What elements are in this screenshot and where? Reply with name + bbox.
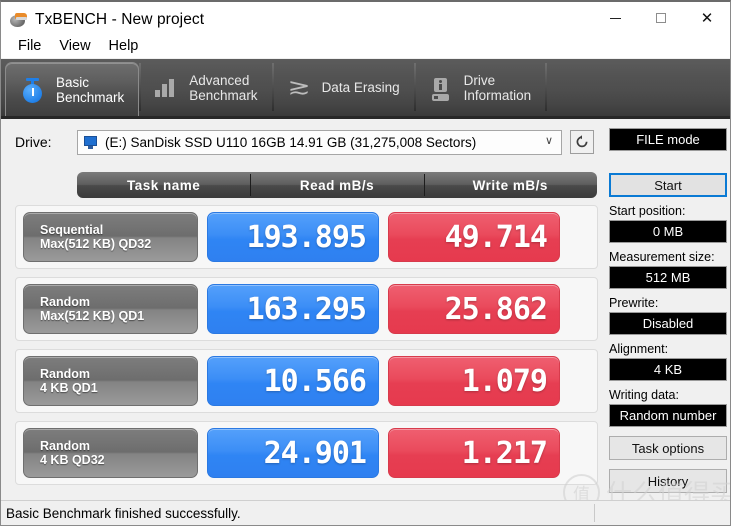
tab-basic-benchmark-label: Basic Benchmark [56,74,125,105]
table-row[interactable]: Random Max(512 KB) QD1 163.295 25.862 [15,277,598,341]
write-value-cell: 1.079 [388,356,560,406]
read-value-cell: 193.895 [207,212,379,262]
tab-drive-information-label: Drive Information [463,72,532,103]
app-disk-drive-icon [10,11,28,29]
benchmark-results-panel: Task name Read mB/s Write mB/s Sequentia… [15,166,598,496]
maximize-icon [656,13,666,23]
task-name-line2: Max(512 KB) QD32 [40,237,152,251]
stopwatch-icon [20,75,46,105]
write-value: 49.714 [444,219,548,255]
results-header-row: Task name Read mB/s Write mB/s [77,172,597,198]
tab-basic-benchmark[interactable]: Basic Benchmark [5,62,140,116]
column-header-task-name: Task name [127,177,201,193]
minimize-button[interactable] [592,2,638,34]
write-value: 1.217 [461,435,548,471]
tab-data-erasing[interactable]: ≳ Data Erasing [271,59,414,116]
txbench-window: TxBENCH - New project ✕ File View Help B… [0,0,731,526]
status-text: Basic Benchmark finished successfully. [6,505,241,521]
results-rows: Sequential Max(512 KB) QD32 193.895 49.7… [15,205,598,485]
read-value-cell: 24.901 [207,428,379,478]
drive-info-icon [428,73,454,103]
eraser-zigzag-icon: ≳ [287,74,311,100]
table-row[interactable]: Random 4 KB QD1 10.566 1.079 [15,349,598,413]
status-divider [594,504,595,522]
close-icon: ✕ [700,8,714,27]
bar-chart-icon [153,73,179,103]
menu-item-help[interactable]: Help [100,37,148,56]
tab-drive-information[interactable]: Drive Information [413,59,546,116]
menu-bar: File View Help [1,35,730,58]
settings-sidebar: FILE mode Start Start position: 0 MB Mea… [609,128,727,493]
drive-select[interactable]: (E:) SanDisk SSD U110 16GB 14.91 GB (31,… [77,129,562,155]
task-name-label: Random 4 KB QD1 [40,367,98,395]
task-name-line1: Sequential [40,223,104,237]
read-value: 24.901 [263,435,367,471]
read-value: 10.566 [263,363,367,399]
status-bar: Basic Benchmark finished successfully. [1,500,730,525]
read-value-cell: 163.295 [207,284,379,334]
prewrite-label: Prewrite: [609,296,659,310]
task-name-cell: Random Max(512 KB) QD1 [23,284,198,334]
alignment-label: Alignment: [609,342,669,356]
column-header-read: Read mB/s [250,172,423,198]
task-options-button[interactable]: Task options [609,436,727,460]
table-row[interactable]: Sequential Max(512 KB) QD32 193.895 49.7… [15,205,598,269]
measurement-size-label: Measurement size: [609,250,715,264]
writing-data-label: Writing data: [609,388,679,402]
maximize-button[interactable] [638,2,684,34]
task-name-line2: 4 KB QD32 [40,453,105,467]
tab-advanced-benchmark-label: Advanced Benchmark [189,72,258,103]
drive-small-icon [84,135,99,149]
read-value: 163.295 [246,291,367,327]
tab-data-erasing-label: Data Erasing [321,80,400,95]
start-button[interactable]: Start [609,173,727,197]
write-value: 25.862 [444,291,548,327]
read-value-cell: 10.566 [207,356,379,406]
write-value-cell: 25.862 [388,284,560,334]
refresh-button[interactable] [570,130,594,154]
write-value: 1.079 [461,363,548,399]
menu-item-file[interactable]: File [9,37,50,56]
refresh-icon [576,135,588,148]
write-value-cell: 1.217 [388,428,560,478]
start-position-value[interactable]: 0 MB [609,220,727,243]
drive-label: Drive: [15,134,52,150]
task-name-label: Random 4 KB QD32 [40,439,105,467]
task-name-cell: Sequential Max(512 KB) QD32 [23,212,198,262]
task-name-line1: Random [40,439,90,453]
prewrite-value[interactable]: Disabled [609,312,727,335]
close-button[interactable]: ✕ [684,2,730,34]
file-mode-indicator[interactable]: FILE mode [609,128,727,151]
minimize-icon [609,17,621,19]
task-name-cell: Random 4 KB QD1 [23,356,198,406]
tab-strip-end-divider [545,59,548,116]
task-name-line1: Random [40,295,90,309]
drive-selected-value: (E:) SanDisk SSD U110 16GB 14.91 GB (31,… [105,134,477,150]
tab-strip: Basic Benchmark Advanced Benchmark ≳ Dat… [1,59,730,119]
menu-item-view[interactable]: View [50,37,99,56]
write-value-cell: 49.714 [388,212,560,262]
tab-advanced-benchmark[interactable]: Advanced Benchmark [139,59,271,116]
task-name-label: Random Max(512 KB) QD1 [40,295,144,323]
measurement-size-value[interactable]: 512 MB [609,266,727,289]
read-value: 193.895 [246,219,367,255]
start-position-label: Start position: [609,204,686,218]
window-title: TxBENCH - New project [35,10,205,28]
task-name-cell: Random 4 KB QD32 [23,428,198,478]
table-row[interactable]: Random 4 KB QD32 24.901 1.217 [15,421,598,485]
task-name-line2: 4 KB QD1 [40,381,98,395]
chevron-down-icon: ∨ [544,135,553,148]
alignment-value[interactable]: 4 KB [609,358,727,381]
task-name-line2: Max(512 KB) QD1 [40,309,145,323]
task-name-line1: Random [40,367,90,381]
window-controls: ✕ [592,2,730,34]
title-bar: TxBENCH - New project ✕ [1,2,730,37]
column-header-write: Write mB/s [423,172,597,198]
history-button[interactable]: History [609,469,727,493]
writing-data-value[interactable]: Random number [609,404,727,427]
task-name-label: Sequential Max(512 KB) QD32 [40,223,151,251]
